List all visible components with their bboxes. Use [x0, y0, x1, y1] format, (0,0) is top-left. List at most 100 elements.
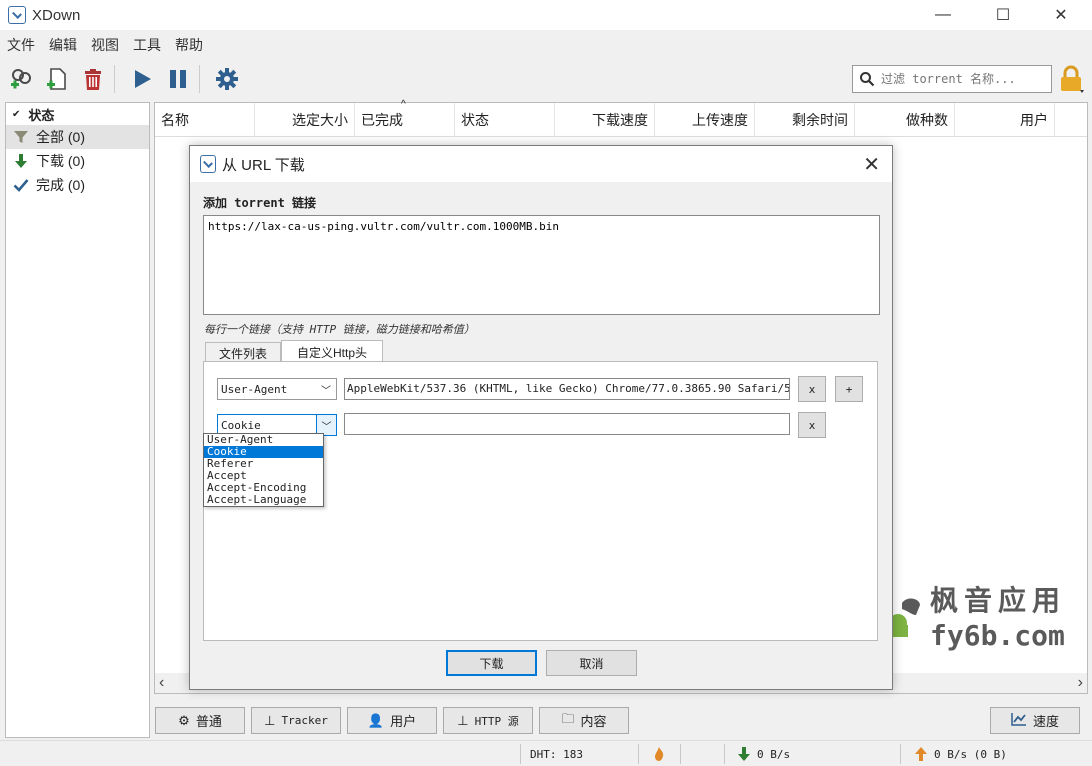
url-download-dialog: 从 URL 下载 ✕ 添加 torrent 链接 https://lax-ca-…: [189, 145, 893, 690]
column-header-done[interactable]: ^ 已完成: [355, 99, 455, 137]
http-source-icon: ⊥: [457, 712, 469, 728]
chart-icon: [1011, 712, 1027, 729]
status-divider: [724, 744, 725, 764]
tab-label: 用户: [390, 714, 417, 729]
download-button[interactable]: 下载: [446, 650, 537, 676]
sidebar-item-label: 全部 (0): [36, 129, 85, 145]
maximize-button[interactable]: ☐: [972, 0, 1034, 30]
tab-label: 速度: [1032, 714, 1059, 729]
status-bar: DHT: 183 0 B/s 0 B/s (0 B): [0, 740, 1092, 766]
scroll-left-icon[interactable]: ‹: [159, 674, 164, 692]
tab-label: HTTP 源: [474, 714, 519, 728]
title-bar: XDown — ☐ ✕: [0, 0, 1092, 30]
tab-label: 普通: [195, 714, 222, 729]
tracker-icon: ⊥: [264, 712, 276, 728]
toolbar-separator: [199, 65, 200, 93]
header-name-dropdown: User-Agent Cookie Referer Accept Accept-…: [203, 433, 324, 507]
status-divider: [520, 744, 521, 764]
app-icon: [8, 6, 26, 24]
url-input[interactable]: https://lax-ca-us-ping.vultr.com/vultr.c…: [203, 215, 880, 315]
dropdown-option[interactable]: Accept-Language: [204, 494, 323, 506]
column-header-peers[interactable]: 用户: [955, 103, 1055, 137]
watermark-line2: fy6b.com: [930, 619, 1065, 652]
tab-speed[interactable]: 速度: [990, 707, 1080, 734]
header-name-value: Cookie: [221, 418, 261, 432]
remove-header-button[interactable]: x: [798, 376, 826, 402]
add-file-button[interactable]: [42, 64, 72, 94]
column-header-label: 已完成: [361, 112, 403, 128]
gear-icon: [216, 68, 238, 90]
lock-icon: [1061, 65, 1084, 93]
column-header-status[interactable]: 状态: [455, 103, 555, 137]
chevron-down-icon: ✔: [12, 108, 21, 120]
upload-speed-icon: [913, 741, 929, 766]
add-header-button[interactable]: +: [835, 376, 863, 402]
menu-view[interactable]: 视图: [84, 35, 126, 55]
arrow-down-icon: [12, 153, 30, 169]
column-header-name[interactable]: 名称: [155, 103, 255, 137]
lock-button[interactable]: [1056, 64, 1086, 94]
folder-icon: 🗀: [561, 710, 575, 726]
sidebar-header[interactable]: ✔ 状态: [6, 103, 149, 125]
add-link-icon: [11, 69, 31, 89]
tab-peers[interactable]: 👤 用户: [347, 707, 437, 734]
filter-box: [852, 65, 1052, 93]
scroll-right-icon[interactable]: ›: [1078, 674, 1083, 692]
delete-button[interactable]: [78, 64, 108, 94]
menu-tools[interactable]: 工具: [126, 35, 168, 55]
sidebar-item-label: 下载 (0): [36, 153, 85, 169]
filter-input[interactable]: [881, 72, 1041, 86]
tab-http-sources[interactable]: ⊥ HTTP 源: [443, 707, 533, 734]
sidebar-header-label: 状态: [28, 107, 55, 123]
status-divider: [900, 744, 901, 764]
dht-status: DHT: 183: [530, 747, 583, 761]
dialog-title: 从 URL 下载: [222, 156, 305, 174]
close-button[interactable]: ✕: [1030, 0, 1092, 30]
menu-edit[interactable]: 编辑: [42, 35, 84, 55]
status-divider: [680, 744, 681, 764]
column-header-down-speed[interactable]: 下载速度: [555, 103, 655, 137]
app-icon: [200, 155, 216, 173]
sidebar-item-completed[interactable]: 完成 (0): [6, 173, 149, 197]
sidebar-item-downloading[interactable]: 下载 (0): [6, 149, 149, 173]
chevron-down-icon: ﹀: [321, 385, 331, 397]
tab-tracker[interactable]: ⊥ Tracker: [251, 707, 341, 734]
connection-status-icon[interactable]: [652, 741, 666, 766]
status-divider: [638, 744, 639, 764]
window-title: XDown: [32, 6, 81, 24]
sidebar-item-label: 完成 (0): [36, 177, 85, 193]
header-name-select[interactable]: User-Agent ﹀: [217, 378, 337, 400]
dialog-close-button[interactable]: ✕: [863, 152, 880, 177]
pause-icon: [170, 70, 186, 88]
add-link-button[interactable]: [6, 64, 36, 94]
download-speed-icon: [736, 741, 752, 766]
column-header-size[interactable]: 选定大小: [255, 103, 355, 137]
upload-speed[interactable]: 0 B/s (0 B): [934, 741, 1007, 766]
menu-file[interactable]: 文件: [0, 35, 42, 55]
pause-button[interactable]: [163, 64, 193, 94]
dialog-title-bar: 从 URL 下载 ✕: [190, 146, 892, 182]
column-header-up-speed[interactable]: 上传速度: [655, 103, 755, 137]
minimize-button[interactable]: —: [912, 0, 974, 30]
download-speed[interactable]: 0 B/s: [757, 741, 790, 766]
start-button[interactable]: [127, 64, 157, 94]
trash-icon: [85, 69, 101, 90]
remove-header-button[interactable]: x: [798, 412, 826, 438]
column-header-eta[interactable]: 剩余时间: [755, 103, 855, 137]
cancel-button[interactable]: 取消: [546, 650, 637, 676]
header-value-input[interactable]: AppleWebKit/537.36 (KHTML, like Gecko) C…: [344, 378, 790, 400]
sidebar-item-all[interactable]: 全部 (0): [6, 125, 149, 149]
table-header: 名称 选定大小 ^ 已完成 状态 下载速度 上传速度 剩余时间 做种数 用户: [155, 99, 1087, 137]
sort-arrow-icon: ^: [401, 99, 406, 110]
menu-help[interactable]: 帮助: [168, 35, 210, 55]
section-label: 添加 torrent 链接: [203, 196, 317, 210]
url-hint: 每行一个链接（支持 HTTP 链接，磁力链接和哈希值）: [204, 323, 475, 336]
header-value-input[interactable]: [344, 413, 790, 435]
play-icon: [135, 70, 151, 88]
settings-button[interactable]: [212, 64, 242, 94]
tab-label: 内容: [580, 714, 607, 729]
tab-content[interactable]: 🗀 内容: [539, 707, 629, 734]
column-header-seeds[interactable]: 做种数: [855, 103, 955, 137]
status-sidebar: ✔ 状态 全部 (0) 下载 (0) 完成 (0): [5, 102, 150, 738]
tab-general[interactable]: ⚙ 普通: [155, 707, 245, 734]
